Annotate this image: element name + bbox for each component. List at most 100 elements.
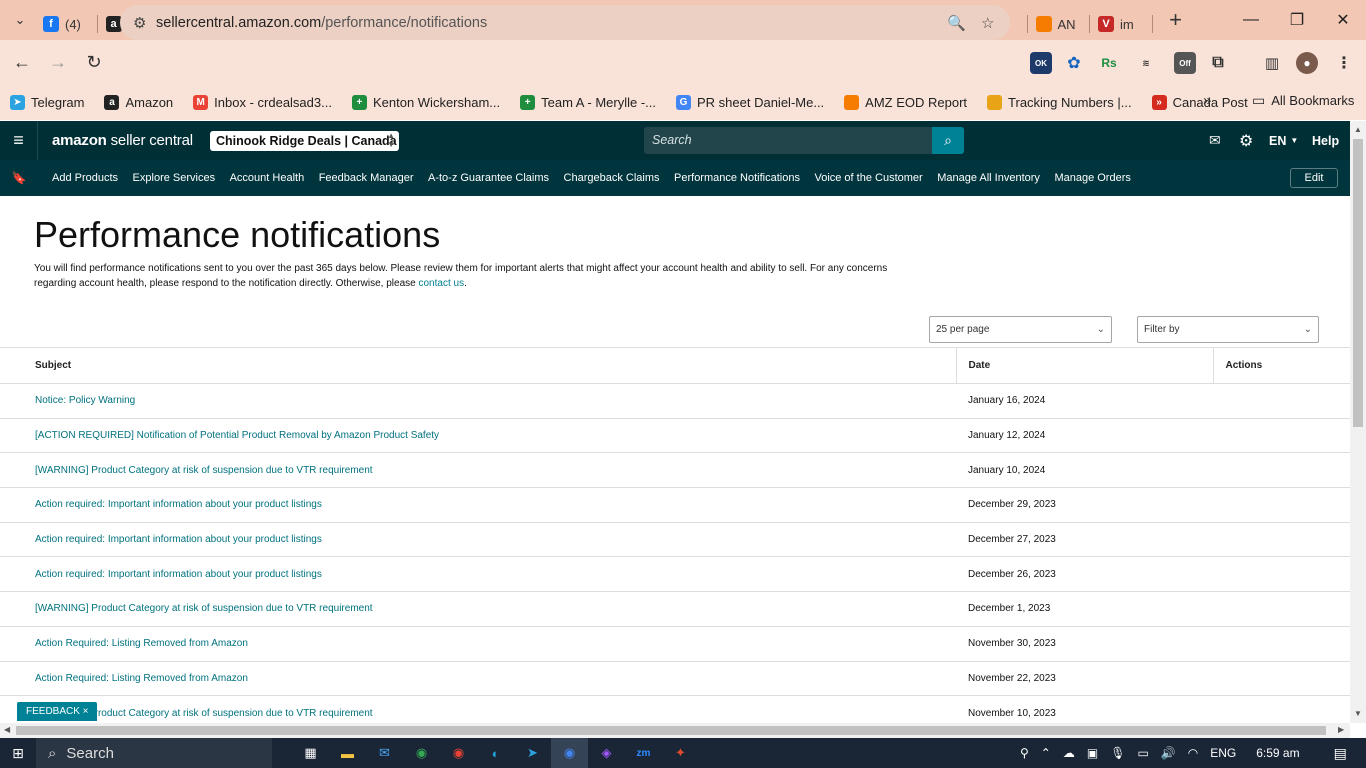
notification-link[interactable]: Action Required: Listing Removed from Am… [35,638,248,649]
notification-link[interactable]: [WARNING] Product Category at risk of su… [35,465,373,476]
task-view-icon[interactable]: ▦ [292,738,329,768]
minimize-icon[interactable]: — [1228,0,1274,40]
language-selector[interactable]: EN ▼ [1269,121,1298,160]
extensions-puzzle-icon[interactable]: ⧉ [1207,52,1229,74]
bookmark-item[interactable]: + Kenton Wickersham... [351,95,500,110]
nav-link[interactable]: Manage Orders [1054,172,1130,184]
edge-icon[interactable]: ◐ [477,738,514,768]
all-bookmarks[interactable]: ▭ All Bookmarks [1252,92,1354,109]
bookmark-item[interactable]: ➤ Telegram [10,95,84,110]
scroll-thumb[interactable] [1353,139,1363,427]
edit-nav-button[interactable]: Edit [1290,168,1338,188]
clock[interactable]: 6:59 am [1256,746,1299,760]
chrome-profile-icon[interactable]: ◉ [440,738,477,768]
restore-icon[interactable]: ❐ [1274,0,1320,40]
site-info-icon[interactable]: ⚙ [133,14,146,32]
language-indicator[interactable]: ENG [1210,746,1236,760]
app-icon[interactable]: ✦ [662,738,699,768]
profile-avatar[interactable]: ● [1296,52,1318,74]
nav-link[interactable]: Feedback Manager [319,172,414,184]
mail-icon[interactable]: ✉ [1209,121,1221,160]
nav-link[interactable]: Performance Notifications [674,172,800,184]
close-window-icon[interactable]: ✕ [1320,0,1366,40]
bookmark-item[interactable]: Tracking Numbers |... [987,95,1132,110]
messenger-icon[interactable]: ◈ [588,738,625,768]
meet-icon[interactable]: ▣ [1087,746,1098,760]
bookmark-icon[interactable]: 🔖 [0,171,38,185]
bookmark-item[interactable]: a Amazon [104,95,173,110]
reload-icon[interactable]: ↻ [76,45,112,81]
chrome-icon[interactable]: ◉ [403,738,440,768]
notification-link[interactable]: Notice: Policy Warning [35,395,135,406]
help-link[interactable]: Help [1312,121,1339,160]
zoom-icon[interactable]: 🔍 [947,14,966,32]
cloud-icon[interactable]: ☁ [1063,746,1075,760]
settings-gear-icon[interactable]: ⚙ [1239,121,1253,160]
tray-chevron-icon[interactable]: ⌃ [1041,746,1051,760]
notification-link[interactable]: Action required: Important information a… [35,534,322,545]
rs-extension-icon[interactable]: Rs [1098,52,1120,74]
new-tab-button[interactable]: + [1161,7,1191,33]
scroll-up-icon[interactable]: ▲ [1354,125,1362,134]
bookmark-item[interactable]: + Team A - Merylle -... [520,95,656,110]
sign-extension-icon[interactable]: ≋ [1135,52,1157,74]
bookmark-item[interactable]: M Inbox - crdealsad3... [193,95,332,110]
nav-link[interactable]: Add Products [52,172,118,184]
telegram-icon[interactable]: ➤ [514,738,551,768]
browser-tab[interactable]: AN [1028,8,1090,40]
mail-app-icon[interactable]: ✉ [366,738,403,768]
nav-link[interactable]: Voice of the Customer [814,172,922,184]
feedback-button[interactable]: FEEDBACK × [17,702,97,721]
outlook-extension-icon[interactable]: OK [1030,52,1052,74]
taskbar-search[interactable]: ⌕ Search [36,738,272,768]
store-selector[interactable]: Chinook Ridge Deals | Canada ▲ ▼ [210,131,399,151]
nav-link[interactable]: Manage All Inventory [937,172,1040,184]
filter-select[interactable]: Filter by ⌄ [1137,316,1319,343]
notification-link[interactable]: [ACTION REQUIRED] Notification of Potent… [35,430,439,441]
hscroll-thumb[interactable] [16,726,1326,735]
volume-icon[interactable]: 🔊 [1161,746,1176,760]
nav-link[interactable]: Chargeback Claims [564,172,660,184]
battery-icon[interactable]: ▭ [1137,746,1148,760]
notification-link[interactable]: [WARNING] Product Category at risk of su… [35,603,373,614]
off-extension-icon[interactable]: Off [1174,52,1196,74]
browser-tab[interactable]: f (4) [35,8,97,40]
chrome-active-icon[interactable]: ◉ [551,738,588,768]
vertical-scrollbar[interactable]: ▲ ▼ [1350,121,1366,723]
wifi-icon[interactable]: ◠ [1188,746,1198,760]
per-page-select[interactable]: 25 per page ⌄ [929,316,1112,343]
amazon-seller-central-logo[interactable]: amazon seller central [52,132,193,149]
extension-icon[interactable]: ✿ [1063,52,1085,74]
browser-tab[interactable]: Vim [1090,8,1152,40]
notification-link[interactable]: Action required: Important information a… [35,569,322,580]
bookmark-item[interactable]: » Canada Post [1151,95,1248,110]
mic-icon[interactable]: 🎙 [1110,746,1125,760]
more-bookmarks-icon[interactable]: » [1203,92,1211,109]
address-bar[interactable]: ⚙ sellercentral.amazon.com/performance/n… [120,5,1010,40]
hamburger-menu-icon[interactable]: ≡ [0,121,38,160]
file-explorer-icon[interactable]: ▬ [329,738,366,768]
column-date[interactable]: Date [955,347,1213,384]
zoom-app-icon[interactable]: zm [625,738,662,768]
scroll-left-icon[interactable]: ◀ [4,725,10,734]
notification-link[interactable]: Action Required: Listing Removed from Am… [35,673,248,684]
notifications-icon[interactable]: ▤ [1334,745,1347,762]
nav-link[interactable]: A-to-z Guarantee Claims [428,172,549,184]
tab-search-icon[interactable]: ⌄ [5,5,35,35]
forward-icon[interactable]: → [40,45,76,81]
search-icon[interactable]: ⌕ [932,127,964,154]
horizontal-scrollbar[interactable]: ◀ ▶ [0,723,1350,738]
bookmark-star-icon[interactable]: ☆ [981,14,994,32]
bookmark-item[interactable]: G PR sheet Daniel-Me... [676,95,824,110]
people-icon[interactable]: ⚲ [1020,746,1029,760]
contact-us-link[interactable]: contact us [419,278,465,289]
notification-link[interactable]: Action required: Important information a… [35,499,322,510]
bookmark-item[interactable]: AMZ EOD Report [844,95,967,110]
column-subject[interactable]: Subject [0,347,956,384]
windows-start-icon[interactable]: ⊞ [0,745,36,762]
scroll-down-icon[interactable]: ▼ [1354,709,1362,718]
back-icon[interactable]: ← [4,45,40,81]
search-input[interactable]: Search [644,127,932,154]
menu-kebab-icon[interactable]: ⋮ [1333,52,1355,74]
nav-link[interactable]: Account Health [230,172,305,184]
